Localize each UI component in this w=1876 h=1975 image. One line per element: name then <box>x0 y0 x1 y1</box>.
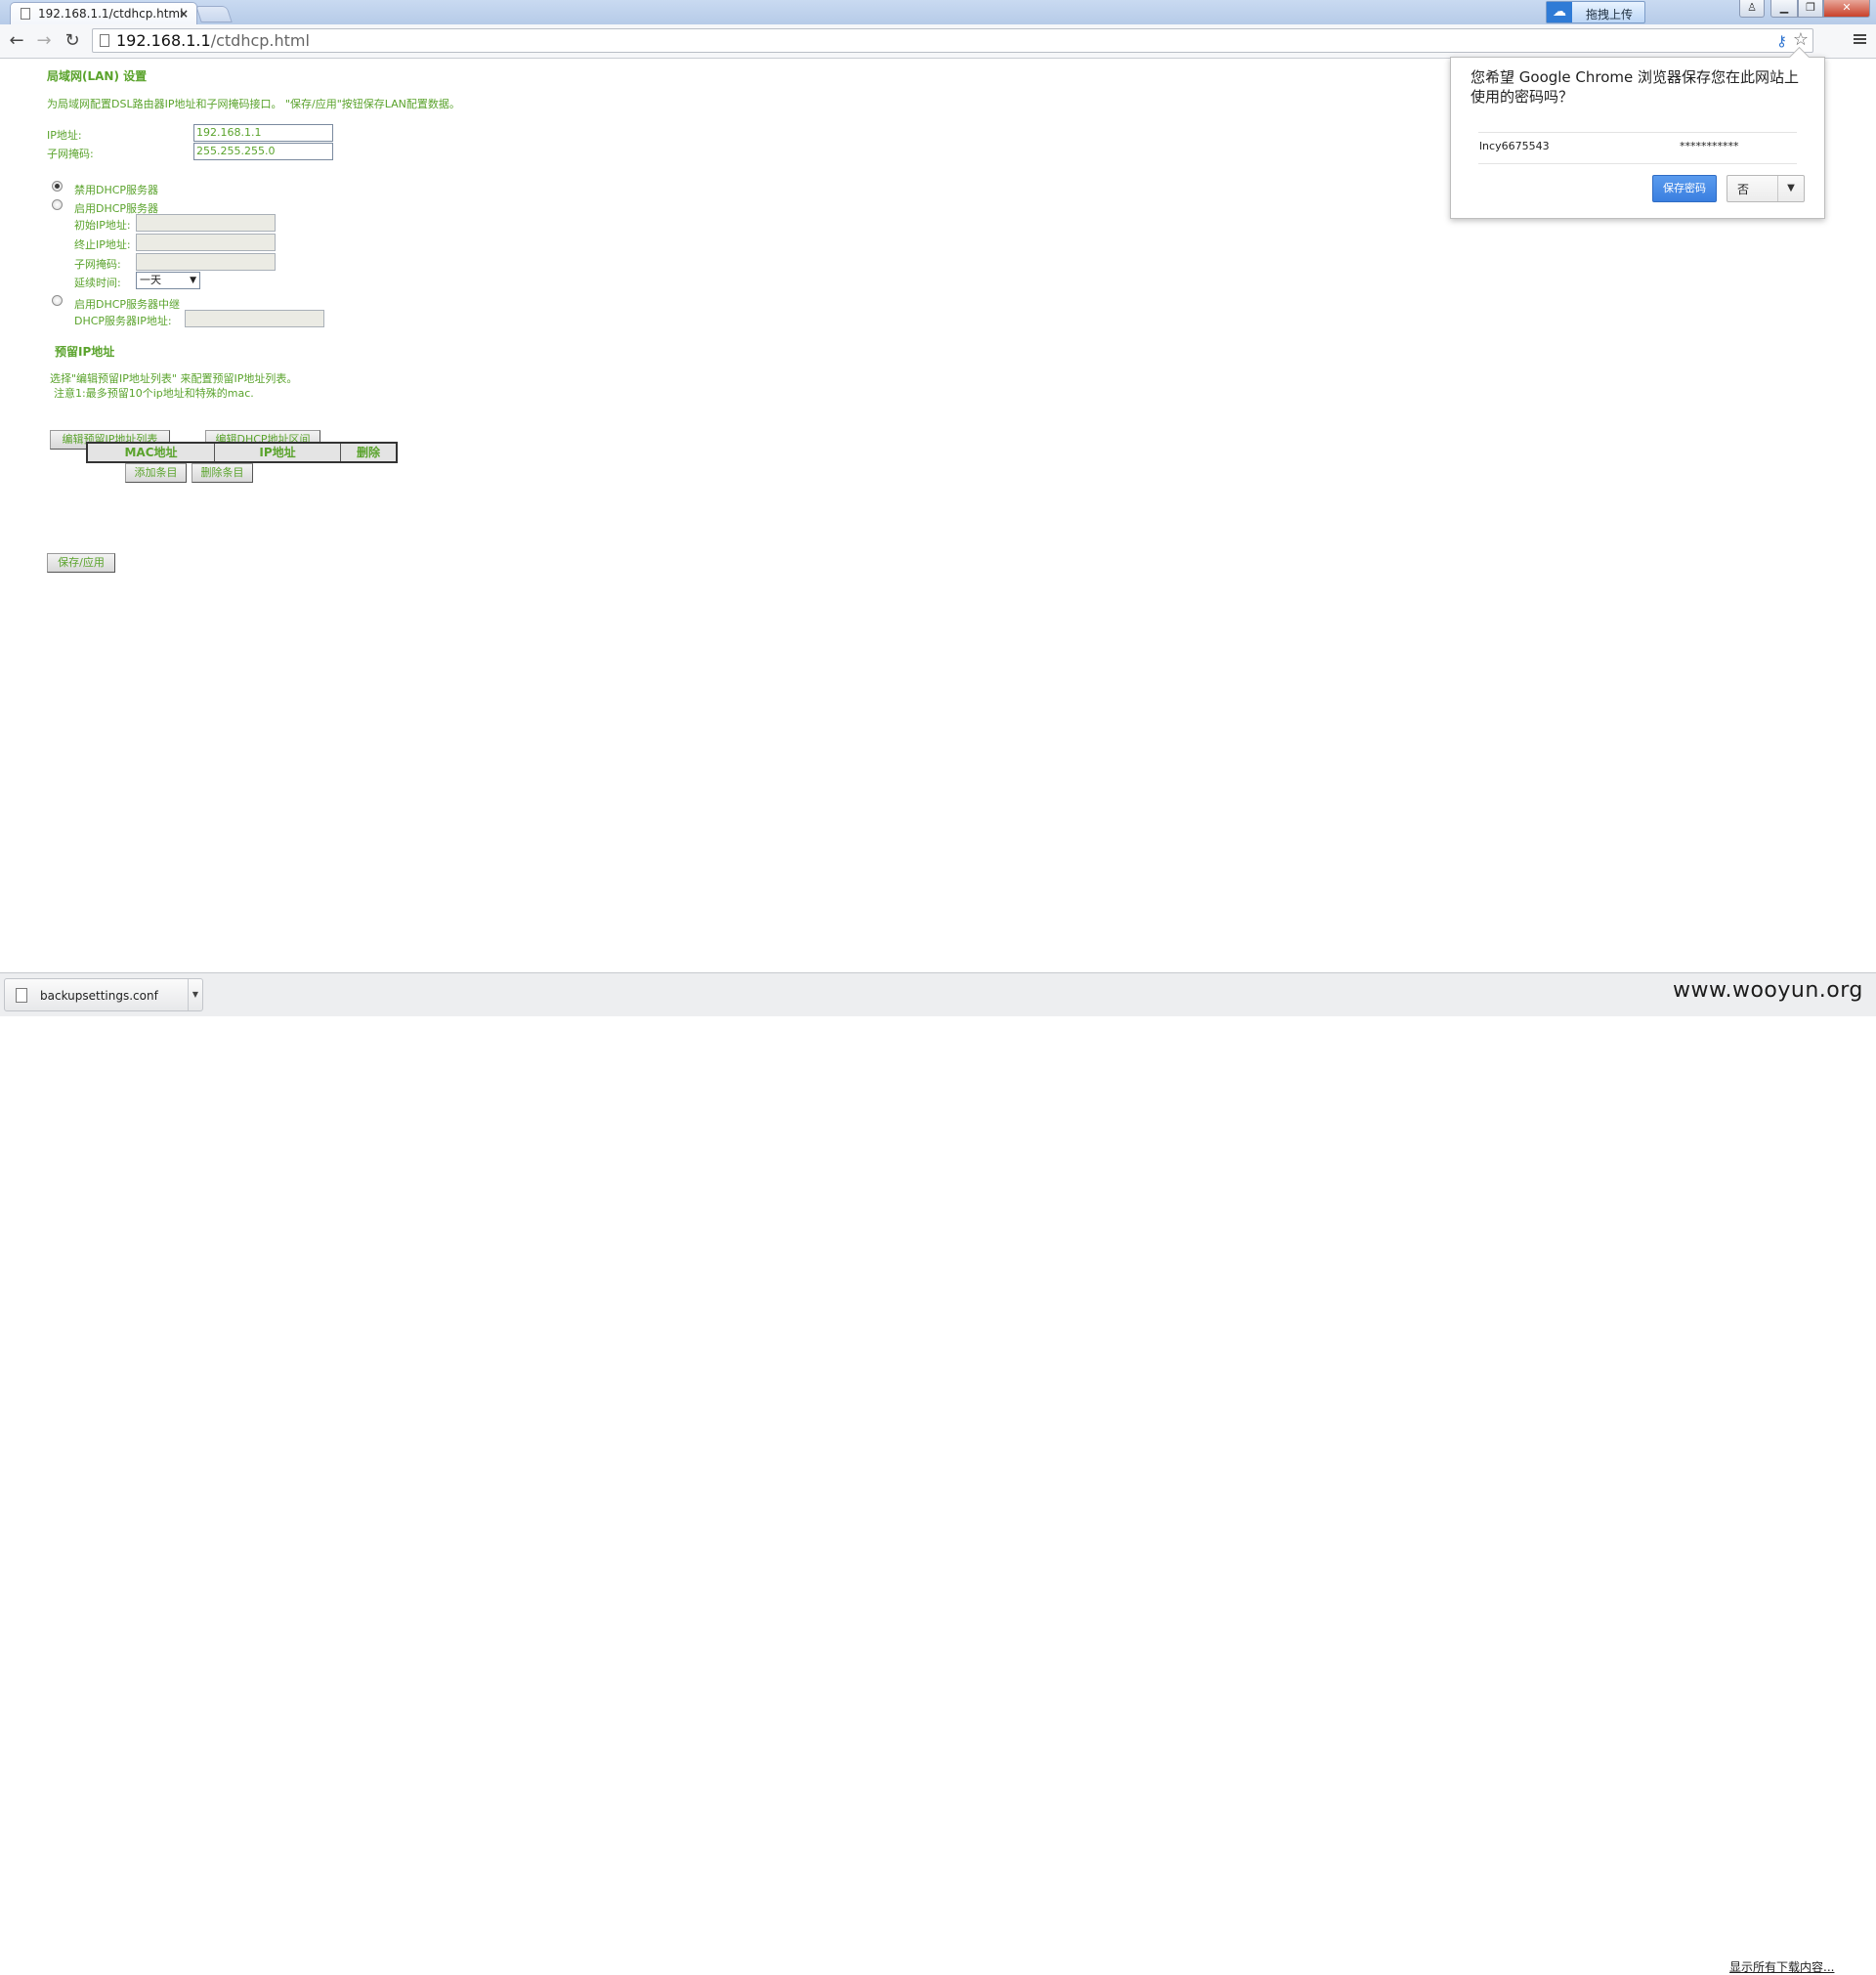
reserved-ip-description: 选择"编辑预留IP地址列表" 来配置预留IP地址列表。 <box>50 372 298 385</box>
user-icon[interactable]: ♙ <box>1739 0 1765 18</box>
divider <box>1478 163 1797 164</box>
page-icon <box>21 8 30 20</box>
star-icon[interactable]: ☆ <box>1793 29 1809 50</box>
no-option-label: 否 <box>1737 183 1750 196</box>
download-file-name: backupsettings.conf <box>40 989 158 1003</box>
disable-dhcp-radio[interactable] <box>52 181 63 192</box>
forward-arrow-icon[interactable]: → <box>33 30 55 52</box>
reserved-ip-title: 预留IP地址 <box>55 345 115 359</box>
ip-address-field[interactable]: 192.168.1.1 <box>193 124 333 142</box>
tab-ctdhcp[interactable]: 192.168.1.1/ctdhcp.html × <box>10 2 197 24</box>
window-close-icon[interactable]: ✕ <box>1823 0 1870 18</box>
enable-dhcp-radio[interactable] <box>52 199 63 210</box>
page-title: 局域网(LAN) 设置 <box>47 69 148 83</box>
title-bar: 192.168.1.1/ctdhcp.html × ☁ 拖拽上传 ♙ ▁ ❐ ✕ <box>0 0 1876 24</box>
close-icon[interactable]: × <box>179 3 189 24</box>
page-icon <box>100 34 109 47</box>
reserved-ip-note: 注意1:最多预留10个ip地址和特殊的mac. <box>54 387 254 400</box>
never-save-dropdown[interactable]: 否 ▼ <box>1727 175 1805 202</box>
dropdown-arrow-icon[interactable]: ▼ <box>1777 176 1804 201</box>
divider <box>1478 132 1797 133</box>
save-password-question: 您希望 Google Chrome 浏览器保存您在此网站上使用的密码吗？ <box>1471 68 1800 106</box>
subnet-mask-field[interactable]: 255.255.255.0 <box>193 143 333 160</box>
table-header-mac: MAC地址 <box>88 444 215 461</box>
lease-time-value: 一天 <box>140 274 161 286</box>
dhcp-mask-field[interactable] <box>136 253 276 271</box>
dhcp-relay-label: 启用DHCP服务器中继 <box>74 298 181 311</box>
ip-label: IP地址: <box>47 129 82 142</box>
end-ip-label: 终止IP地址: <box>74 238 131 251</box>
add-entry-button[interactable]: 添加条目 <box>125 463 187 483</box>
disable-dhcp-label: 禁用DHCP服务器 <box>74 184 159 196</box>
upload-label: 拖拽上传 <box>1586 8 1634 21</box>
lease-time-label: 延续时间: <box>74 277 121 289</box>
lease-time-select[interactable]: 一天 ▼ <box>136 272 200 289</box>
file-icon <box>16 988 27 1003</box>
subnet-mask-label: 子网掩码: <box>47 148 94 160</box>
tab-title: 192.168.1.1/ctdhcp.html <box>38 7 184 21</box>
relay-ip-label: DHCP服务器IP地址: <box>74 315 172 327</box>
page-description: 为局域网配置DSL路由器IP地址和子网掩码接口。 "保存/应用"按钮保存LAN配… <box>47 98 460 110</box>
watermark: www.wooyun.org <box>1673 978 1863 1003</box>
url-text[interactable]: 192.168.1.1/ctdhcp.html <box>116 31 310 50</box>
table-header-delete: 删除 <box>341 444 396 461</box>
save-apply-button[interactable]: 保存/应用 <box>47 553 115 573</box>
end-ip-field[interactable] <box>136 234 276 251</box>
browser-toolbar: ← → ↻ 192.168.1.1/ctdhcp.html ⚷ ☆ <box>0 24 1876 59</box>
start-ip-field[interactable] <box>136 214 276 232</box>
cloud-icon: ☁ <box>1547 2 1572 22</box>
chevron-down-icon[interactable]: ▼ <box>188 979 202 1010</box>
dropdown-arrow-icon: ▼ <box>190 276 196 285</box>
delete-entry-button[interactable]: 删除条目 <box>192 463 253 483</box>
saved-username: lncy6675543 <box>1479 140 1550 152</box>
saved-password-mask: *********** <box>1680 140 1739 152</box>
back-arrow-icon[interactable]: ← <box>6 30 27 52</box>
save-password-bubble: 您希望 Google Chrome 浏览器保存您在此网站上使用的密码吗？ lnc… <box>1450 57 1825 219</box>
maximize-icon[interactable]: ❐ <box>1798 0 1823 18</box>
table-header-ip: IP地址 <box>215 444 341 461</box>
download-shelf: backupsettings.conf ▼ 显示所有下载内容... <box>0 972 1876 1974</box>
relay-ip-field[interactable] <box>185 310 324 327</box>
reserved-ip-table: MAC地址 IP地址 删除 <box>86 442 398 463</box>
start-ip-label: 初始IP地址: <box>74 219 131 232</box>
show-all-downloads-link[interactable]: 显示所有下载内容... <box>1729 1958 1834 1975</box>
address-bar[interactable]: 192.168.1.1/ctdhcp.html ⚷ ☆ <box>92 28 1813 53</box>
upload-widget[interactable]: ☁ 拖拽上传 <box>1546 1 1645 23</box>
key-icon[interactable]: ⚷ <box>1776 32 1787 50</box>
dhcp-mask-label: 子网掩码: <box>74 258 121 271</box>
menu-icon[interactable] <box>1853 32 1868 50</box>
download-item[interactable]: backupsettings.conf ▼ <box>4 978 203 1011</box>
reload-icon[interactable]: ↻ <box>62 30 83 52</box>
save-password-button[interactable]: 保存密码 <box>1652 175 1717 202</box>
new-tab-button[interactable] <box>195 6 233 22</box>
dhcp-relay-radio[interactable] <box>52 295 63 306</box>
minimize-icon[interactable]: ▁ <box>1770 0 1798 18</box>
